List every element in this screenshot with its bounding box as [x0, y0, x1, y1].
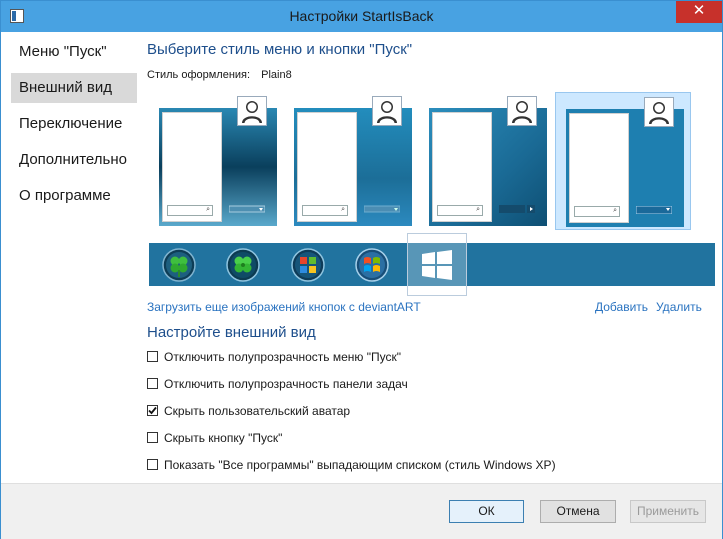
- start-button-orb-strip: [149, 233, 715, 296]
- style-value: Plain8: [261, 69, 292, 81]
- magnifier-icon: ⌕: [341, 206, 345, 213]
- option-label: Скрыть кнопку "Пуск": [164, 431, 283, 445]
- option-label: Отключить полупрозрачность меню "Пуск": [164, 350, 401, 364]
- thumbnail-search-box: ⌕: [167, 205, 213, 216]
- user-avatar-icon: [237, 96, 267, 126]
- cancel-button[interactable]: Отмена: [540, 500, 616, 523]
- checkbox[interactable]: [147, 378, 158, 389]
- thumbnail-search-box: ⌕: [302, 205, 348, 216]
- sidebar: Меню "Пуск" Внешний вид Переключение Доп…: [1, 32, 141, 482]
- style-thumbnail-4-selected[interactable]: ⌕: [555, 92, 691, 230]
- checkbox[interactable]: [147, 459, 158, 470]
- checkmark-icon: [148, 406, 157, 415]
- style-row: Стиль оформления: Plain8: [147, 69, 300, 81]
- checkbox-checked[interactable]: [147, 405, 158, 416]
- ok-button[interactable]: ОК: [449, 500, 524, 523]
- user-avatar-icon: [644, 97, 674, 127]
- magnifier-icon: ⌕: [613, 207, 617, 214]
- thumbnail-shutdown-button: [636, 206, 672, 214]
- add-orb-link[interactable]: Добавить: [595, 300, 648, 314]
- thumbnail-shutdown-button: [364, 205, 400, 213]
- thumbnail-search-box: ⌕: [437, 205, 483, 216]
- windows-orb-icon[interactable]: [291, 248, 325, 282]
- style-thumbnail-2[interactable]: ⌕: [284, 92, 420, 230]
- style-label: Стиль оформления:: [147, 69, 251, 81]
- checkbox[interactable]: [147, 432, 158, 443]
- dialog-footer: ОК Отмена Применить: [1, 483, 722, 539]
- user-avatar-icon: [507, 96, 537, 126]
- title-bar[interactable]: Настройки StartIsBack ✕: [1, 1, 722, 32]
- windows8-orb-selected[interactable]: [407, 233, 467, 296]
- sidebar-item-about[interactable]: О программе: [11, 181, 137, 211]
- green-clover-orb-icon[interactable]: [226, 248, 260, 282]
- remove-orb-link[interactable]: Удалить: [656, 300, 702, 314]
- deviantart-orbs-link[interactable]: Загрузить еще изображений кнопок с devia…: [147, 300, 421, 314]
- magnifier-icon: ⌕: [476, 206, 480, 213]
- apply-button[interactable]: Применить: [630, 500, 706, 523]
- sidebar-item-appearance[interactable]: Внешний вид: [11, 73, 137, 103]
- sidebar-item-switching[interactable]: Переключение: [11, 109, 137, 139]
- option-label: Отключить полупрозрачность панели задач: [164, 377, 408, 391]
- style-heading: Выберите стиль меню и кнопки "Пуск": [147, 41, 413, 58]
- thumbnail-shutdown-button: [499, 205, 535, 213]
- thumbnail-search-box: ⌕: [574, 206, 620, 217]
- sidebar-item-advanced[interactable]: Дополнительно: [11, 145, 137, 175]
- user-avatar-icon: [372, 96, 402, 126]
- option-label: Скрыть пользовательский аватар: [164, 404, 351, 418]
- checkbox[interactable]: [147, 351, 158, 362]
- thumbnail-shutdown-button: [229, 205, 265, 213]
- windows8-logo-icon: [422, 250, 452, 280]
- sidebar-item-start-menu[interactable]: Меню "Пуск": [11, 37, 137, 67]
- appearance-heading: Настройте внешний вид: [147, 324, 316, 341]
- settings-window: Настройки StartIsBack ✕ Меню "Пуск" Внеш…: [0, 0, 723, 539]
- option-label: Показать "Все программы" выпадающим спис…: [164, 458, 556, 472]
- windows7-orb-icon[interactable]: [355, 248, 389, 282]
- magnifier-icon: ⌕: [206, 206, 210, 213]
- window-title: Настройки StartIsBack: [289, 8, 434, 24]
- close-button[interactable]: ✕: [676, 1, 722, 23]
- main-content: Выберите стиль меню и кнопки "Пуск" Стил…: [147, 32, 717, 482]
- style-thumbnail-1[interactable]: ⌕: [149, 92, 285, 230]
- clover-orb-icon[interactable]: [162, 248, 196, 282]
- style-thumbnail-3[interactable]: ⌕: [419, 92, 555, 230]
